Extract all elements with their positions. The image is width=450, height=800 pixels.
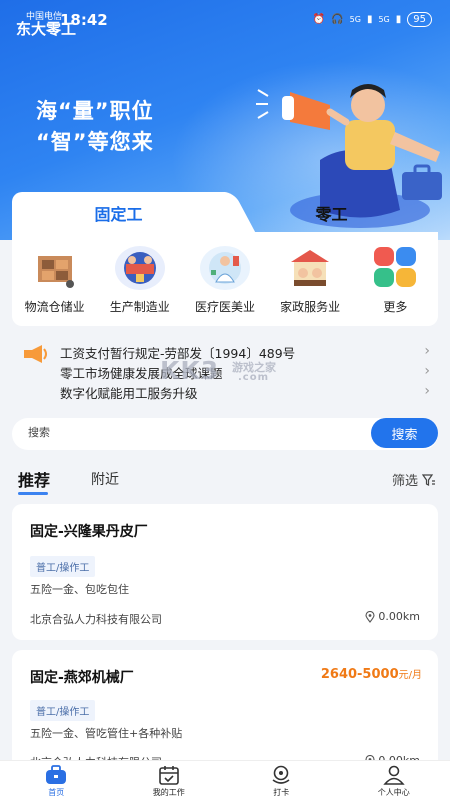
tab-recommend[interactable]: 推荐 [18, 467, 50, 495]
home-briefcase-icon [46, 765, 67, 784]
more-grid-icon [370, 246, 420, 290]
battery-indicator: 95 [407, 12, 432, 27]
location-pin-icon [365, 610, 375, 623]
notice-item[interactable]: 数字化赋能用工服务升级 › [60, 383, 430, 402]
job-title: 固定-燕郊机械厂 [30, 670, 134, 686]
category-medical[interactable]: 医疗医美业 [186, 246, 264, 315]
warehouse-icon [30, 246, 80, 290]
job-benefits: 五险一金、包吃包住 [30, 583, 129, 596]
nav-label: 首页 [48, 788, 65, 797]
category-label: 物流仓储业 [24, 300, 85, 314]
job-tag: 普工/操作工 [30, 700, 96, 721]
job-title: 固定-兴隆果丹皮厂 [30, 524, 148, 540]
salary-value: 2640-5000 [320, 667, 399, 682]
headphones-icon: 🎧 [331, 14, 344, 25]
hero-slogan: 海“量”职位 “智”等您来 [36, 96, 154, 158]
medical-icon [199, 246, 250, 290]
nav-check-in[interactable]: 打卡 [225, 761, 338, 800]
job-company: 北京合弘人力科技有限公司 [30, 613, 162, 626]
salary-unit: 元/月 [398, 670, 422, 681]
category-label: 更多 [383, 300, 408, 314]
megaphone-icon [24, 345, 47, 363]
nav-label: 打卡 [273, 788, 290, 797]
tab-odd-job-label: 零工 [315, 205, 348, 224]
notice-board: 工资支付暂行规定-劳部发〔1994〕489号 › 零工市场健康发展成全球课题 › 数… [12, 336, 438, 408]
tab-fixed-job[interactable]: 固定工 [12, 192, 225, 234]
signal-icon: 5G [349, 15, 361, 24]
search-button[interactable]: 搜索 [371, 418, 438, 448]
category-more[interactable]: 更多 [356, 246, 434, 315]
search-bar: 搜索 [12, 418, 438, 450]
watermark-url: .com [238, 372, 270, 383]
signal-icon-2: 5G [378, 15, 390, 24]
watermark-logo: KK3 游戏之家 .com [160, 356, 276, 385]
bottom-nav: 首页 我的工作 打卡 个人中心 [0, 760, 450, 800]
filter-icon [422, 473, 435, 486]
manufacturing-icon [114, 246, 165, 290]
category-label: 生产制造业 [109, 300, 170, 314]
alarm-icon: ⏰ [312, 14, 326, 25]
signal-bars-icon-2: ▮ [395, 14, 402, 25]
tab-fixed-job-label: 固定工 [94, 205, 143, 224]
category-logistics[interactable]: 物流仓储业 [16, 246, 94, 315]
work-type-tabs: 零工 固定工 [12, 192, 438, 234]
chevron-right-icon: › [424, 343, 430, 359]
nav-my-work[interactable]: 我的工作 [113, 761, 226, 800]
nav-home[interactable]: 首页 [0, 761, 113, 800]
job-benefits: 五险一金、管吃管住+各种补贴 [30, 727, 183, 740]
nav-profile[interactable]: 个人中心 [338, 761, 450, 800]
job-tag: 普工/操作工 [30, 556, 96, 577]
app-title: 东大零工 [16, 20, 77, 38]
housekeeping-icon [285, 246, 335, 290]
job-distance: 0.00km [365, 610, 420, 623]
category-label: 医疗医美业 [194, 300, 255, 314]
job-card[interactable]: 固定-兴隆果丹皮厂 普工/操作工 五险一金、包吃包住 北京合弘人力科技有限公司 … [12, 504, 438, 640]
calendar-check-icon [158, 766, 179, 785]
chevron-right-icon: › [424, 383, 430, 399]
category-housekeeping[interactable]: 家政服务业 [271, 246, 349, 315]
category-card: 物流仓储业 生产制造业 医疗医美业 家政服务业 更多 [12, 232, 438, 326]
job-salary: 2640-5000元/月 [321, 666, 422, 682]
category-manufacturing[interactable]: 生产制造业 [101, 246, 179, 315]
chevron-right-icon: › [424, 363, 430, 379]
tab-nearby[interactable]: 附近 [91, 469, 119, 489]
search-input[interactable] [28, 426, 328, 439]
filter-button[interactable]: 筛选 [392, 470, 436, 489]
distance-text: 0.00km [378, 610, 420, 623]
watermark-logo-text: KK3 [160, 356, 220, 385]
location-check-icon [272, 765, 290, 784]
notice-text: 数字化赋能用工服务升级 [60, 386, 198, 401]
nav-label: 个人中心 [377, 788, 410, 797]
slogan-line-1: 海“量”职位 [36, 99, 154, 123]
slogan-line-2: “智”等您来 [36, 130, 154, 154]
nav-label: 我的工作 [152, 788, 185, 797]
tab-odd-job[interactable]: 零工 [225, 192, 438, 234]
feed-tabs: 推荐 附近 筛选 [18, 467, 438, 495]
user-icon [383, 765, 405, 785]
signal-bars-icon: ▮ [366, 14, 373, 25]
filter-label: 筛选 [391, 474, 418, 489]
status-icons: ⏰ 🎧 5G ▮ 5G ▮ 95 [313, 12, 432, 27]
category-label: 家政服务业 [280, 300, 341, 314]
